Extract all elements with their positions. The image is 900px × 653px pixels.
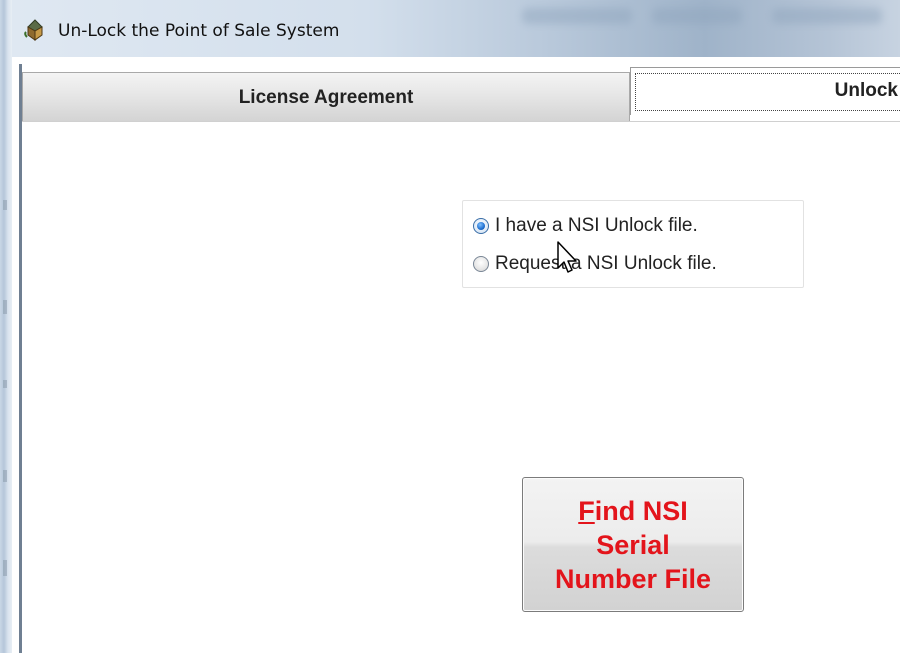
find-button-mnemonic: F xyxy=(578,495,595,526)
radio-checked-icon[interactable] xyxy=(473,218,489,234)
find-button-label: Find NSI Serial Number File xyxy=(533,494,733,596)
tab-unlock-label: Unlock xyxy=(834,80,898,101)
app-icon xyxy=(24,19,43,41)
find-button-line2: Serial xyxy=(596,529,670,560)
unlock-option-group: I have a NSI Unlock file. Request a NSI … xyxy=(462,200,804,288)
dialog-body xyxy=(12,57,900,653)
radio-request-unlock-file[interactable]: Request a NSI Unlock file. xyxy=(473,251,717,277)
radio-have-unlock-file[interactable]: I have a NSI Unlock file. xyxy=(473,213,698,239)
window-title: Un-Lock the Point of Sale System xyxy=(58,21,340,41)
radio-request-unlock-file-label: Request a NSI Unlock file. xyxy=(495,253,717,274)
tab-divider xyxy=(22,121,900,122)
window-left-frame xyxy=(0,0,12,653)
dialog-inner-border xyxy=(19,64,22,653)
find-serial-number-file-button[interactable]: Find NSI Serial Number File xyxy=(522,477,744,612)
find-button-line3: Number File xyxy=(554,563,712,594)
radio-have-unlock-file-label: I have a NSI Unlock file. xyxy=(495,215,698,236)
radio-unchecked-icon[interactable] xyxy=(473,256,489,272)
tab-license-agreement[interactable]: License Agreement xyxy=(22,72,630,122)
tab-unlock[interactable]: Unlock xyxy=(630,67,900,115)
find-button-line1: ind NSI xyxy=(594,495,688,526)
tab-license-agreement-label: License Agreement xyxy=(238,86,414,108)
mouse-pointer-icon xyxy=(557,241,577,273)
